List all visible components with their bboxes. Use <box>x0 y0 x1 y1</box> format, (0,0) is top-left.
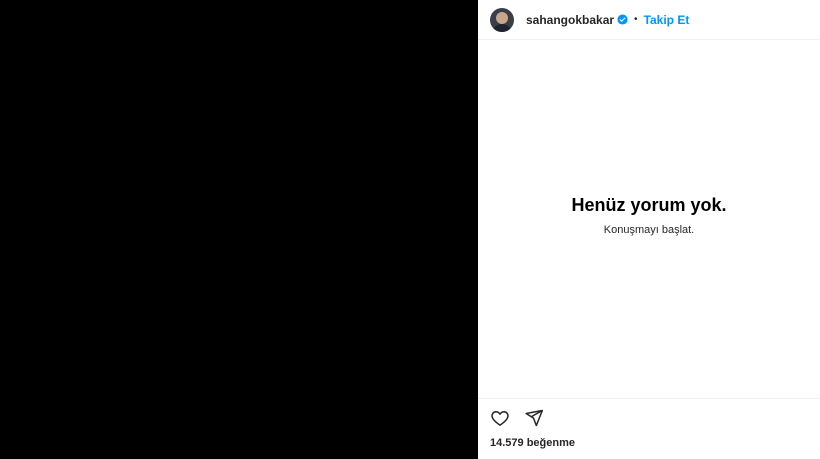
avatar[interactable] <box>490 7 514 32</box>
like-button[interactable] <box>489 407 511 429</box>
comments-section: Henüz yorum yok. Konuşmayı başlat. <box>478 40 820 399</box>
post-media[interactable] <box>0 0 478 459</box>
paper-plane-icon <box>525 409 544 427</box>
action-bar <box>478 399 820 437</box>
separator-dot: • <box>634 14 638 25</box>
username-link[interactable]: sahangokbakar <box>526 13 614 27</box>
follow-button[interactable]: Takip Et <box>644 13 690 27</box>
heart-icon <box>491 411 509 426</box>
empty-comments-title: Henüz yorum yok. <box>571 194 727 215</box>
likes-count[interactable]: 14.579 beğenme <box>478 437 820 459</box>
post-side-panel: sahangokbakar • Takip Et Henüz yorum yok… <box>478 0 820 459</box>
empty-comments-subtitle: Konuşmayı başlat. <box>603 223 695 236</box>
verified-badge-icon <box>617 14 628 25</box>
share-button[interactable] <box>523 407 545 429</box>
post-header: sahangokbakar • Takip Et <box>478 0 820 40</box>
post-viewer: sahangokbakar • Takip Et Henüz yorum yok… <box>0 0 820 459</box>
